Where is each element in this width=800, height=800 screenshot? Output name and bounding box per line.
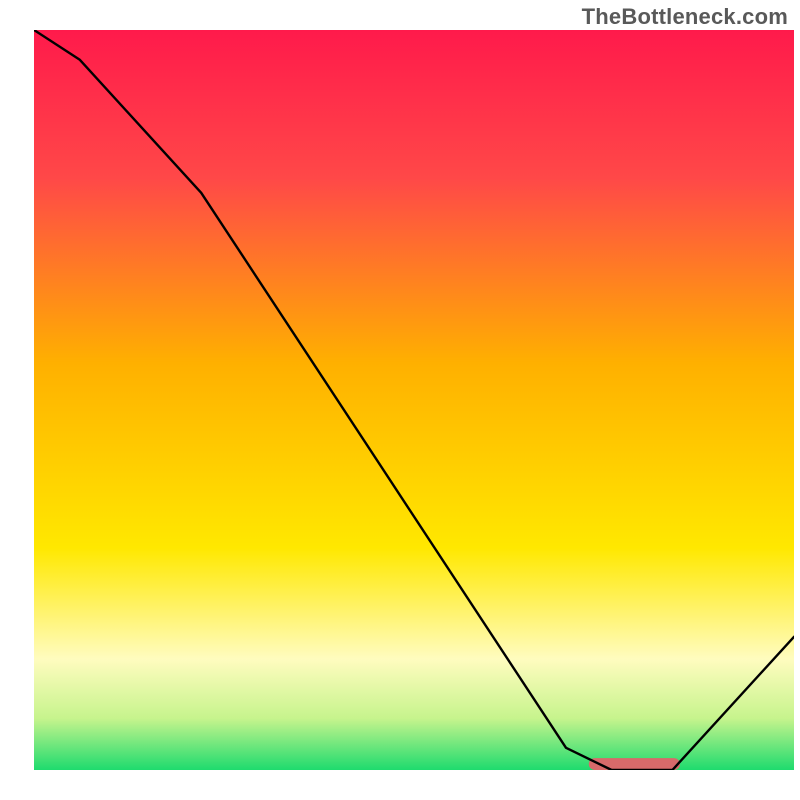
plot-svg [34,30,794,770]
watermark-text: TheBottleneck.com [582,4,788,30]
plot-area [34,30,794,770]
optimal-range-marker [589,758,680,770]
gradient-background [34,30,794,770]
chart-frame: TheBottleneck.com [0,0,800,800]
